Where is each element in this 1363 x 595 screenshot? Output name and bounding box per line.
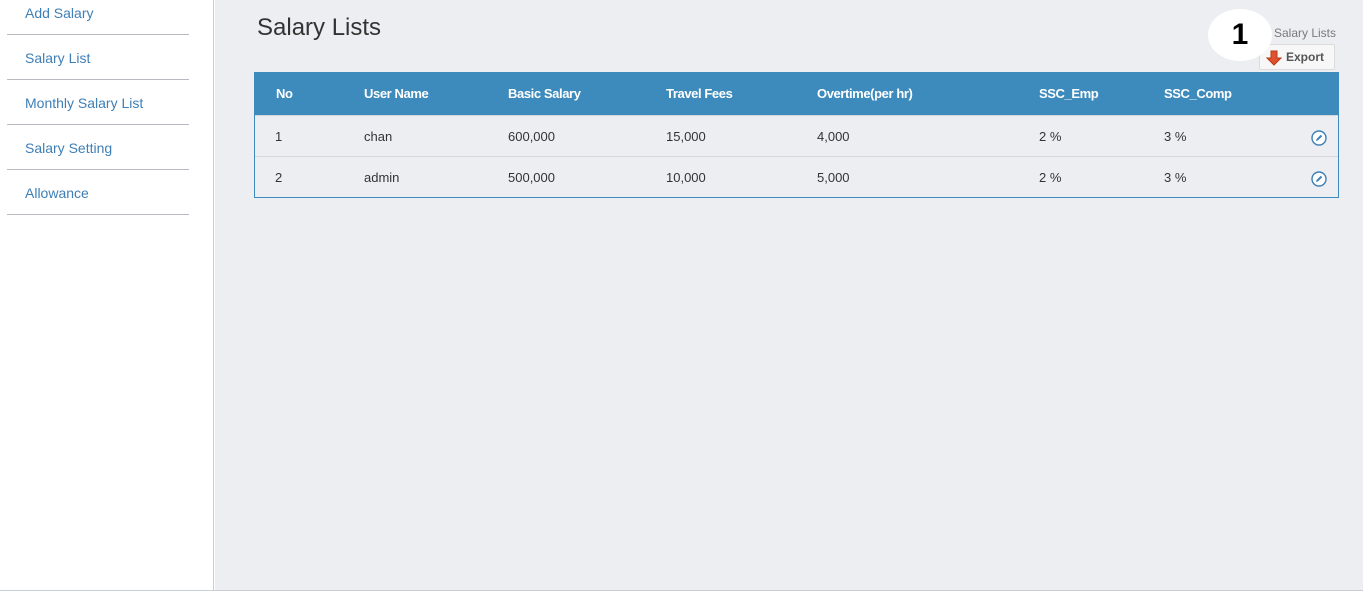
table-row: 2 admin 500,000 10,000 5,000 2 % 3 % bbox=[255, 156, 1338, 197]
sidebar: Add Salary Salary List Monthly Salary Li… bbox=[0, 0, 214, 590]
table-row: 1 chan 600,000 15,000 4,000 2 % 3 % bbox=[255, 115, 1338, 156]
cell-travel-fees: 10,000 bbox=[666, 170, 706, 185]
step-badge: 1 bbox=[1208, 9, 1272, 61]
bottom-divider bbox=[0, 590, 1363, 591]
column-header-ssc-emp: SSC_Emp bbox=[1039, 86, 1099, 101]
cell-overtime: 5,000 bbox=[817, 170, 850, 185]
cell-ssc-emp: 2 % bbox=[1039, 129, 1062, 144]
cell-ssc-emp: 2 % bbox=[1039, 170, 1062, 185]
cell-no: 2 bbox=[275, 170, 283, 185]
column-header-ssc-comp: SSC_Comp bbox=[1164, 86, 1232, 101]
cell-user-name: chan bbox=[364, 129, 393, 144]
sidebar-item-label: Add Salary bbox=[25, 5, 94, 21]
column-header-travel-fees: Travel Fees bbox=[666, 86, 733, 101]
cell-basic-salary: 600,000 bbox=[508, 129, 555, 144]
sidebar-item-salary-list[interactable]: Salary List bbox=[7, 35, 189, 80]
cell-travel-fees: 15,000 bbox=[666, 129, 706, 144]
sidebar-item-add-salary[interactable]: Add Salary bbox=[7, 0, 189, 35]
column-header-basic-salary: Basic Salary bbox=[508, 86, 581, 101]
sidebar-item-label: Allowance bbox=[25, 185, 89, 201]
cell-user-name: admin bbox=[364, 170, 400, 185]
sidebar-item-monthly-salary-list[interactable]: Monthly Salary List bbox=[7, 80, 189, 125]
breadcrumb: Salary Lists bbox=[1273, 26, 1336, 40]
column-header-user-name: User Name bbox=[364, 86, 429, 101]
cell-no: 1 bbox=[275, 129, 283, 144]
sidebar-item-label: Salary List bbox=[25, 50, 91, 66]
table-header: No User Name Basic Salary Travel Fees Ov… bbox=[255, 73, 1338, 115]
column-header-overtime: Overtime(per hr) bbox=[817, 86, 913, 101]
arrow-down-icon bbox=[1266, 50, 1282, 66]
edit-icon[interactable] bbox=[1311, 171, 1327, 187]
sidebar-item-allowance[interactable]: Allowance bbox=[7, 170, 189, 215]
page-title: Salary Lists bbox=[257, 14, 382, 41]
edit-icon[interactable] bbox=[1311, 130, 1327, 146]
export-label: Export bbox=[1286, 50, 1325, 64]
cell-overtime: 4,000 bbox=[817, 129, 850, 144]
cell-ssc-comp: 3 % bbox=[1164, 129, 1187, 144]
cell-ssc-comp: 3 % bbox=[1164, 170, 1187, 185]
salary-table: No User Name Basic Salary Travel Fees Ov… bbox=[254, 72, 1339, 198]
sidebar-item-label: Monthly Salary List bbox=[25, 95, 144, 111]
cell-basic-salary: 500,000 bbox=[508, 170, 555, 185]
sidebar-item-salary-setting[interactable]: Salary Setting bbox=[7, 125, 189, 170]
step-badge-number: 1 bbox=[1231, 18, 1249, 51]
main-content: Salary Lists Salary Lists Export 1 No Us… bbox=[215, 0, 1363, 590]
column-header-no: No bbox=[276, 86, 293, 101]
sidebar-item-label: Salary Setting bbox=[25, 140, 113, 156]
